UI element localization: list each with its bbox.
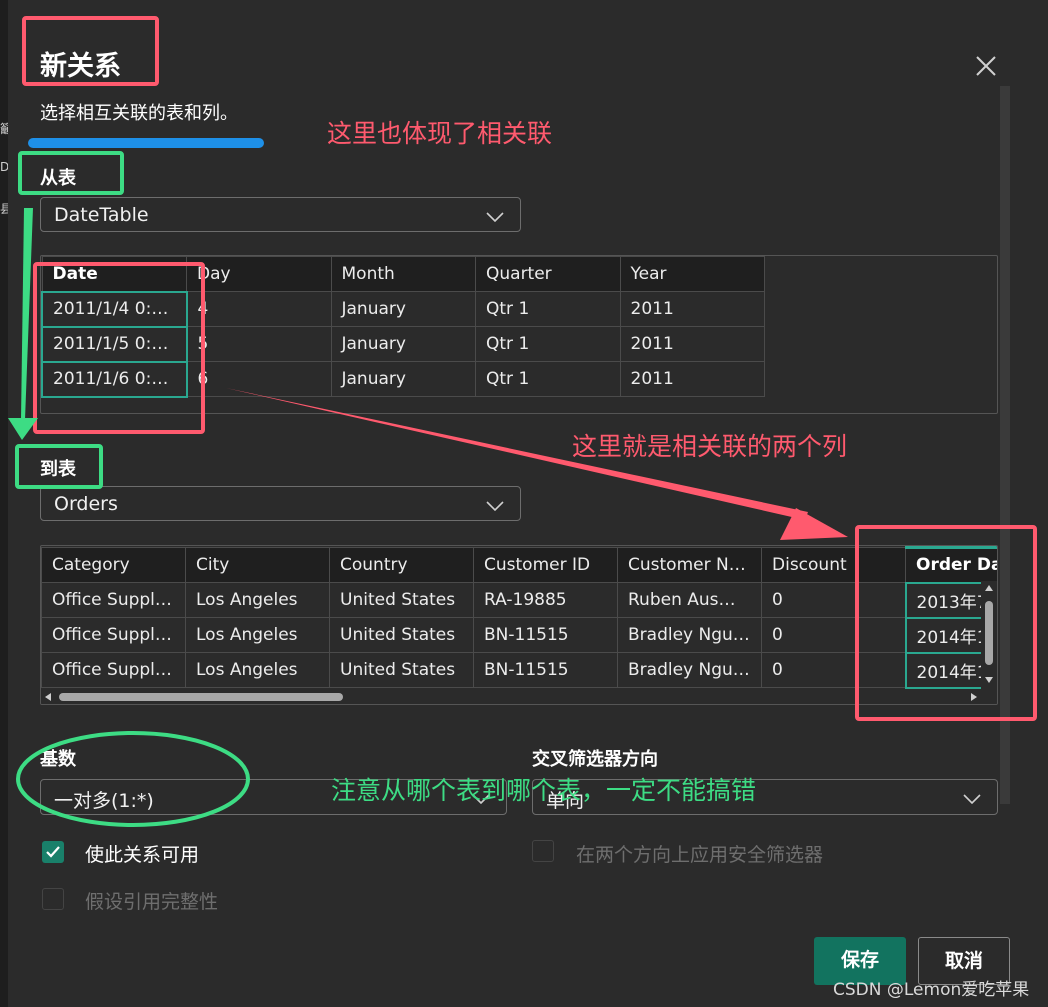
annotation-arrow-green-shaft <box>21 208 33 420</box>
annotation-arrow-green-head <box>8 418 38 440</box>
annotation-note-direction: 注意从哪个表到哪个表，一定不能搞错 <box>331 776 757 805</box>
annotation-ellipse-cardinality <box>16 731 250 827</box>
annotation-arrow-red-shaft <box>226 388 808 520</box>
annotation-arrows <box>8 208 848 827</box>
